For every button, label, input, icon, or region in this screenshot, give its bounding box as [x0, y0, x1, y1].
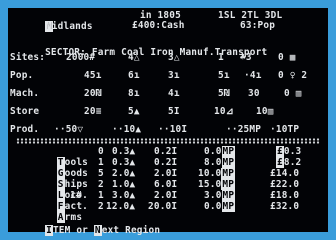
dotted-separator: [16, 138, 320, 144]
total-tools: £0.3: [276, 146, 301, 157]
mp-badge: MP: [221, 179, 236, 190]
store-iron: 5I: [168, 106, 180, 117]
total-goods-value: 8.2: [283, 157, 302, 168]
mach-farm: 20₪: [84, 88, 102, 99]
qty-loco: 2: [98, 179, 104, 190]
mach-manuf-2: 30: [248, 88, 260, 99]
prod-iron: ··10I: [158, 124, 188, 135]
sites-transport: 0 ▦: [278, 52, 296, 63]
coal-tools: 0.3▲: [112, 146, 136, 157]
iron-fact: 2.0I: [154, 190, 178, 201]
play-area: MMidlands in 1805 1SL 2TL 3DL £400:Cash …: [8, 8, 328, 236]
prod-farm: ··50▽: [54, 124, 84, 135]
region-name: Midlands: [45, 21, 93, 32]
total-fact: £18.0: [270, 190, 299, 201]
pop-transport: 0 ♀ 2: [278, 70, 308, 81]
iron-tools: 0.2I: [154, 146, 178, 157]
prod-coal: ··10▲: [112, 124, 142, 135]
total-loco: £22.0: [270, 179, 299, 190]
mp-fact-value: 3.0: [204, 190, 222, 201]
game-screen: MMidlands in 1805 1SL 2TL 3DL £400:Cash …: [0, 0, 336, 240]
pop-farm: 45ı: [84, 70, 102, 81]
total-arms: £32.0: [270, 201, 299, 212]
total-tools-value: 0.3: [283, 146, 302, 157]
pop-iron: 3ı: [168, 70, 180, 81]
store-farm: 20≡: [84, 106, 102, 117]
iron-loco: 6.0I: [154, 179, 178, 190]
mp-badge: MP: [221, 190, 236, 201]
total-arms-value: 32.0: [275, 201, 300, 212]
coal-goods: 0.3▲: [112, 157, 136, 168]
sites-manuf-2: ♣3: [240, 52, 252, 63]
mp-loco-value: 15.0: [198, 179, 222, 190]
mp-arms: 0.0MP: [204, 201, 236, 212]
pop-manuf: 5ı: [218, 70, 230, 81]
sites-coal: 4△: [128, 52, 140, 63]
qty-fact: 1: [98, 190, 104, 201]
mach-iron: 4ı: [168, 88, 180, 99]
coal-loco: 1.0▲: [112, 179, 136, 190]
iron-ships: 2.0I: [154, 168, 178, 179]
total-goods: £8.2: [276, 157, 301, 168]
sites-label: Sites:: [10, 52, 46, 63]
mp-badge: MP: [221, 168, 236, 179]
store-label: Store: [10, 106, 40, 117]
qty-goods: 1: [98, 157, 104, 168]
mp-badge: MP: [221, 146, 236, 157]
prod-manuf: ··25MP: [226, 124, 262, 135]
store-manuf: 10⊿: [214, 106, 234, 117]
iron-goods: 0.2I: [154, 157, 178, 168]
sector-manuf: Manuf.: [179, 47, 215, 58]
prompt-item-text: TEM or: [52, 225, 94, 236]
mp-ships: 10.0MP: [198, 168, 236, 179]
mach-manuf: 5₪: [218, 88, 230, 99]
mach-label: Mach.: [10, 88, 40, 99]
mp-loco: 15.0MP: [198, 179, 236, 190]
prod-transport: ·10TP: [270, 124, 300, 135]
total-ships: £14.0: [270, 168, 299, 179]
coal-arms: 12.0▲: [106, 201, 136, 212]
total-fact-value: 18.0: [275, 190, 300, 201]
mp-fact: 3.0MP: [204, 190, 236, 201]
hotkey-next-region[interactable]: N: [93, 225, 102, 236]
coal-fact: 3.0▲: [112, 190, 136, 201]
cash-icon: £: [276, 146, 284, 157]
mach-coal: 8ı: [128, 88, 140, 99]
total-loco-value: 22.0: [275, 179, 300, 190]
mp-ships-value: 10.0: [198, 168, 222, 179]
mach-transport: 0 ▥: [284, 88, 302, 99]
qty-ships: 5: [98, 168, 104, 179]
coal-ships: 2.0▲: [112, 168, 136, 179]
sites-iron: 3△: [168, 52, 180, 63]
prod-label: Prod.: [10, 124, 40, 135]
mp-badge: MP: [221, 157, 236, 168]
qty-arms: 2: [98, 201, 104, 212]
prompt-next-text: ext Region: [101, 225, 161, 236]
store-coal: 5▲: [128, 106, 140, 117]
total-ships-value: 14.0: [275, 168, 300, 179]
iron-arms: 20.0I: [148, 201, 178, 212]
hotkey-item[interactable]: I: [45, 225, 53, 236]
sites-manuf: 1: [218, 52, 224, 63]
mp-goods-value: 8.0: [204, 157, 222, 168]
mp-tools: 0.0MP: [204, 146, 236, 157]
pop-label: Pop.: [10, 70, 34, 81]
pop-coal: 6ı: [128, 70, 140, 81]
factory-tag: 1#: [70, 190, 82, 201]
mp-badge: MP: [221, 201, 236, 212]
qty-tools: 0: [98, 146, 104, 157]
mp-goods: 8.0MP: [204, 157, 236, 168]
population-label: 63:Pop: [240, 20, 276, 31]
cash-label: £400:Cash: [132, 20, 185, 31]
cash-icon: £: [276, 157, 284, 168]
pop-manuf-2: ·4ı: [244, 70, 262, 81]
command-prompt: ITEM or Next Region: [10, 214, 160, 240]
sites-farm: 2000#: [66, 52, 96, 63]
mp-arms-value: 0.0: [204, 201, 222, 212]
sector-farm: Farm: [91, 47, 116, 58]
store-manuf-2: 10▥: [256, 106, 274, 117]
mp-tools-value: 0.0: [204, 146, 222, 157]
